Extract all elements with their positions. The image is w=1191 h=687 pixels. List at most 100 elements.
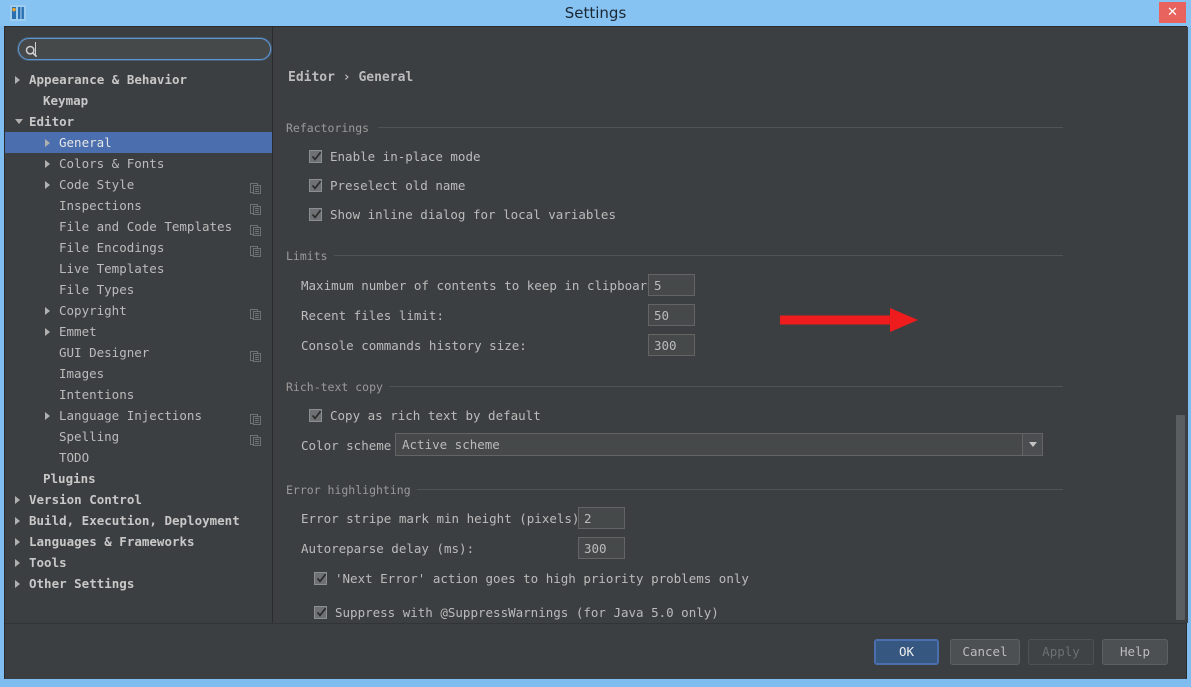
sidebar-item-other-settings[interactable]: Other Settings: [5, 573, 272, 594]
sidebar-item-label: Languages & Frameworks: [29, 531, 195, 552]
content-scrollbar-thumb[interactable]: [1176, 415, 1185, 620]
sidebar-item-label: General: [59, 132, 112, 153]
search-icon: [25, 43, 38, 56]
sidebar-item-file-types[interactable]: File Types: [5, 279, 272, 300]
ok-button[interactable]: OK: [874, 639, 939, 665]
checkbox-label: Enable in-place mode: [330, 149, 481, 164]
recent-files-limit-field[interactable]: [648, 304, 695, 326]
chevron-right-icon[interactable]: [15, 496, 20, 504]
sidebar-item-images[interactable]: Images: [5, 363, 272, 384]
sidebar-item-languages-frameworks[interactable]: Languages & Frameworks: [5, 531, 272, 552]
sidebar-item-plugins[interactable]: Plugins: [5, 468, 272, 489]
cancel-button[interactable]: Cancel: [950, 639, 1020, 665]
project-level-copy-icon: [250, 242, 261, 253]
project-level-copy-icon: [250, 305, 261, 316]
search-input[interactable]: [38, 40, 270, 58]
sidebar-item-label: Copyright: [59, 300, 127, 321]
sidebar-item-language-injections[interactable]: Language Injections: [5, 405, 272, 426]
sidebar-item-label: TODO: [59, 447, 89, 468]
settings-sidebar: Appearance & BehaviorKeymapEditorGeneral…: [5, 27, 273, 623]
content-scrollbar-track[interactable]: [1175, 27, 1187, 623]
project-level-copy-icon: [250, 200, 261, 211]
label-autoreparse-delay: Autoreparse delay (ms):: [301, 541, 474, 556]
chevron-right-icon[interactable]: [45, 181, 50, 189]
sidebar-item-label: Appearance & Behavior: [29, 69, 187, 90]
label-console-history-size: Console commands history size:: [301, 338, 527, 353]
checkbox-box: [309, 150, 322, 163]
chevron-right-icon[interactable]: [15, 517, 20, 525]
checkbox-next-error-high-priority[interactable]: 'Next Error' action goes to high priorit…: [314, 571, 749, 586]
apply-button: Apply: [1028, 639, 1094, 665]
sidebar-item-inspections[interactable]: Inspections: [5, 195, 272, 216]
sidebar-item-general[interactable]: General: [5, 132, 272, 153]
chevron-right-icon[interactable]: [45, 307, 50, 315]
sidebar-item-gui-designer[interactable]: GUI Designer: [5, 342, 272, 363]
chevron-right-icon[interactable]: [45, 328, 50, 336]
window-title: Settings: [0, 0, 1191, 26]
sidebar-item-live-templates[interactable]: Live Templates: [5, 258, 272, 279]
chevron-right-icon[interactable]: [15, 559, 20, 567]
sidebar-item-copyright[interactable]: Copyright: [5, 300, 272, 321]
red-arrow-annotation: [778, 306, 923, 334]
group-title-refactorings: Refactorings: [286, 121, 375, 135]
sidebar-item-intentions[interactable]: Intentions: [5, 384, 272, 405]
group-divider-rich-text-copy: [380, 386, 1063, 387]
sidebar-item-code-style[interactable]: Code Style: [5, 174, 272, 195]
settings-content-pane: Editor › General Refactorings Enable in-…: [273, 27, 1188, 623]
checkbox-copy-as-rich-text[interactable]: Copy as rich text by default: [309, 408, 541, 423]
sidebar-item-tools[interactable]: Tools: [5, 552, 272, 573]
autoreparse-delay-field[interactable]: [578, 537, 625, 559]
settings-tree: Appearance & BehaviorKeymapEditorGeneral…: [5, 69, 272, 594]
help-button[interactable]: Help: [1102, 639, 1168, 665]
sidebar-item-editor[interactable]: Editor: [5, 111, 272, 132]
label-recent-files-limit: Recent files limit:: [301, 308, 444, 323]
close-icon[interactable]: ✕: [1159, 2, 1186, 23]
console-history-size-field[interactable]: [648, 334, 695, 356]
sidebar-item-file-encodings[interactable]: File Encodings: [5, 237, 272, 258]
sidebar-item-file-and-code-templates[interactable]: File and Code Templates: [5, 216, 272, 237]
sidebar-item-build-execution-deployment[interactable]: Build, Execution, Deployment: [5, 510, 272, 531]
group-divider-limits: [328, 255, 1063, 256]
checkbox-enable-in-place-mode[interactable]: Enable in-place mode: [309, 149, 481, 164]
chevron-down-icon[interactable]: [1022, 434, 1042, 455]
chevron-right-icon[interactable]: [45, 139, 50, 147]
error-stripe-min-height-field[interactable]: [578, 507, 625, 529]
sidebar-item-emmet[interactable]: Emmet: [5, 321, 272, 342]
checkbox-box: [314, 606, 327, 619]
chevron-right-icon[interactable]: [45, 160, 50, 168]
color-scheme-value: Active scheme: [396, 437, 1022, 452]
sidebar-item-colors-fonts[interactable]: Colors & Fonts: [5, 153, 272, 174]
title-bar: Settings ✕: [0, 0, 1191, 26]
sidebar-item-label: GUI Designer: [59, 342, 149, 363]
sidebar-item-spelling[interactable]: Spelling: [5, 426, 272, 447]
sidebar-item-label: File Types: [59, 279, 134, 300]
chevron-down-icon[interactable]: [15, 119, 23, 124]
sidebar-item-label: Other Settings: [29, 573, 134, 594]
chevron-right-icon[interactable]: [15, 76, 20, 84]
sidebar-item-label: Build, Execution, Deployment: [29, 510, 240, 531]
checkbox-box: [309, 208, 322, 221]
sidebar-item-version-control[interactable]: Version Control: [5, 489, 272, 510]
checkbox-preselect-old-name[interactable]: Preselect old name: [309, 178, 465, 193]
checkbox-box: [309, 409, 322, 422]
checkbox-suppress-warnings[interactable]: Suppress with @SuppressWarnings (for Jav…: [314, 605, 719, 620]
sidebar-item-label: Emmet: [59, 321, 97, 342]
chevron-right-icon[interactable]: [15, 580, 20, 588]
sidebar-item-todo[interactable]: TODO: [5, 447, 272, 468]
search-box[interactable]: [18, 38, 271, 60]
chevron-right-icon[interactable]: [45, 412, 50, 420]
group-divider-refactorings: [378, 127, 1063, 128]
sidebar-item-label: Live Templates: [59, 258, 164, 279]
checkbox-box: [309, 179, 322, 192]
clipboard-max-field[interactable]: [648, 274, 695, 296]
sidebar-item-label: Intentions: [59, 384, 134, 405]
sidebar-item-label: Images: [59, 363, 104, 384]
sidebar-item-appearance-behavior[interactable]: Appearance & Behavior: [5, 69, 272, 90]
project-level-copy-icon: [250, 347, 261, 358]
sidebar-item-keymap[interactable]: Keymap: [5, 90, 272, 111]
checkbox-show-inline-dialog[interactable]: Show inline dialog for local variables: [309, 207, 616, 222]
dialog-body: Appearance & BehaviorKeymapEditorGeneral…: [4, 26, 1187, 679]
color-scheme-dropdown[interactable]: Active scheme: [395, 433, 1043, 456]
chevron-right-icon[interactable]: [15, 538, 20, 546]
checkbox-label: Copy as rich text by default: [330, 408, 541, 423]
